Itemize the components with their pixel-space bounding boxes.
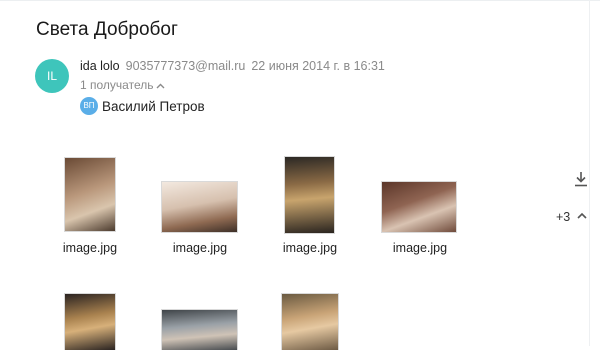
attachment-filename[interactable]: image.jpg: [40, 241, 140, 255]
chevron-up-icon[interactable]: [576, 210, 588, 222]
sender-email[interactable]: 9035777373@mail.ru: [126, 59, 246, 73]
sender-line: ida lolo 9035777373@mail.ru 22 июня 2014 г…: [80, 59, 385, 73]
recipients-count-label: 1 получатель: [80, 78, 154, 92]
attachment-filename[interactable]: image.jpg: [370, 241, 470, 255]
recipient-avatar: ВП: [80, 97, 98, 115]
attachment-thumbnail[interactable]: [65, 294, 115, 350]
sender-name[interactable]: ida lolo: [80, 59, 120, 73]
attachment-thumbnail[interactable]: [282, 294, 338, 350]
download-icon[interactable]: [572, 170, 590, 188]
sender-avatar[interactable]: IL: [35, 59, 69, 93]
top-divider: [0, 0, 600, 1]
message-date: 22 июня 2014 г. в 16:31: [251, 59, 385, 73]
more-attachments-count[interactable]: +3: [556, 210, 570, 224]
attachment-thumbnail[interactable]: [65, 158, 115, 231]
recipients-toggle[interactable]: 1 получатель: [80, 78, 165, 92]
attachment-filename[interactable]: image.jpg: [150, 241, 250, 255]
attachment-thumbnail[interactable]: [162, 182, 237, 232]
attachment-thumbnail[interactable]: [162, 310, 237, 350]
attachment-thumbnail[interactable]: [382, 182, 456, 232]
attachment-filename[interactable]: image.jpg: [260, 241, 360, 255]
message-subject: Света Добробог: [36, 19, 178, 40]
recipient-name: Василий Петров: [102, 98, 205, 114]
chevron-up-icon: [156, 83, 165, 89]
attachment-thumbnail[interactable]: [285, 157, 334, 233]
recipient-chip[interactable]: ВП Василий Петров: [80, 97, 205, 117]
